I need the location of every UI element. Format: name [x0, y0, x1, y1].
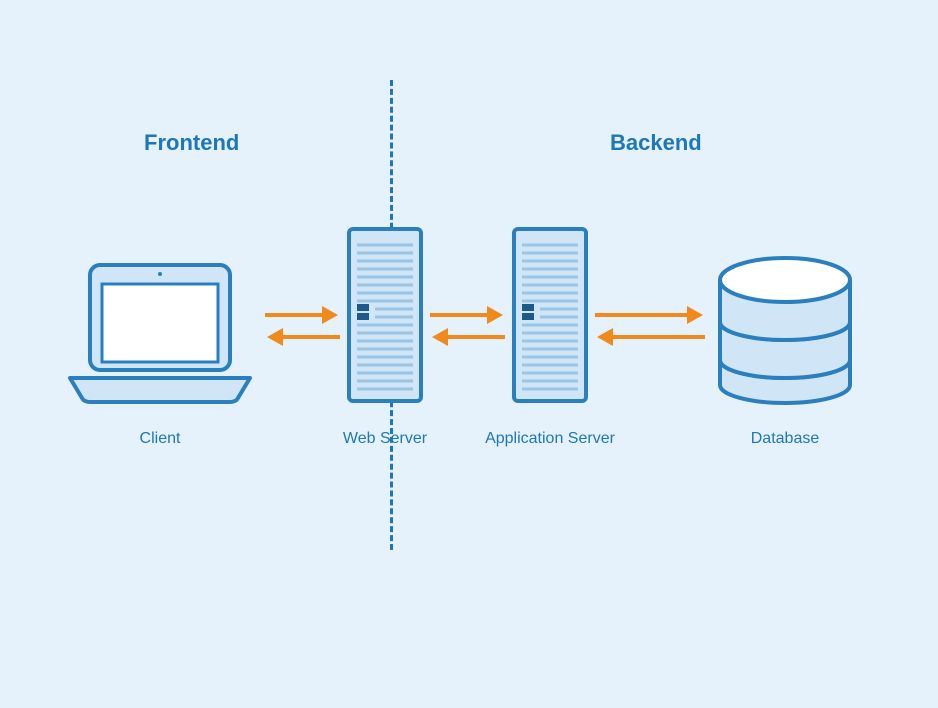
backend-heading: Backend	[610, 130, 702, 156]
database-icon	[710, 250, 860, 410]
bidirectional-arrow-icon	[425, 300, 510, 350]
frontend-heading: Frontend	[144, 130, 239, 156]
laptop-icon	[60, 260, 260, 410]
web-server-label: Web Server	[320, 430, 450, 448]
bidirectional-arrow-icon	[590, 300, 710, 350]
server-icon	[510, 225, 590, 405]
application-server-label: Application Server	[480, 430, 620, 448]
bidirectional-arrow-icon	[260, 300, 345, 350]
database-label: Database	[710, 430, 860, 448]
server-icon	[345, 225, 425, 405]
client-label: Client	[60, 430, 260, 448]
